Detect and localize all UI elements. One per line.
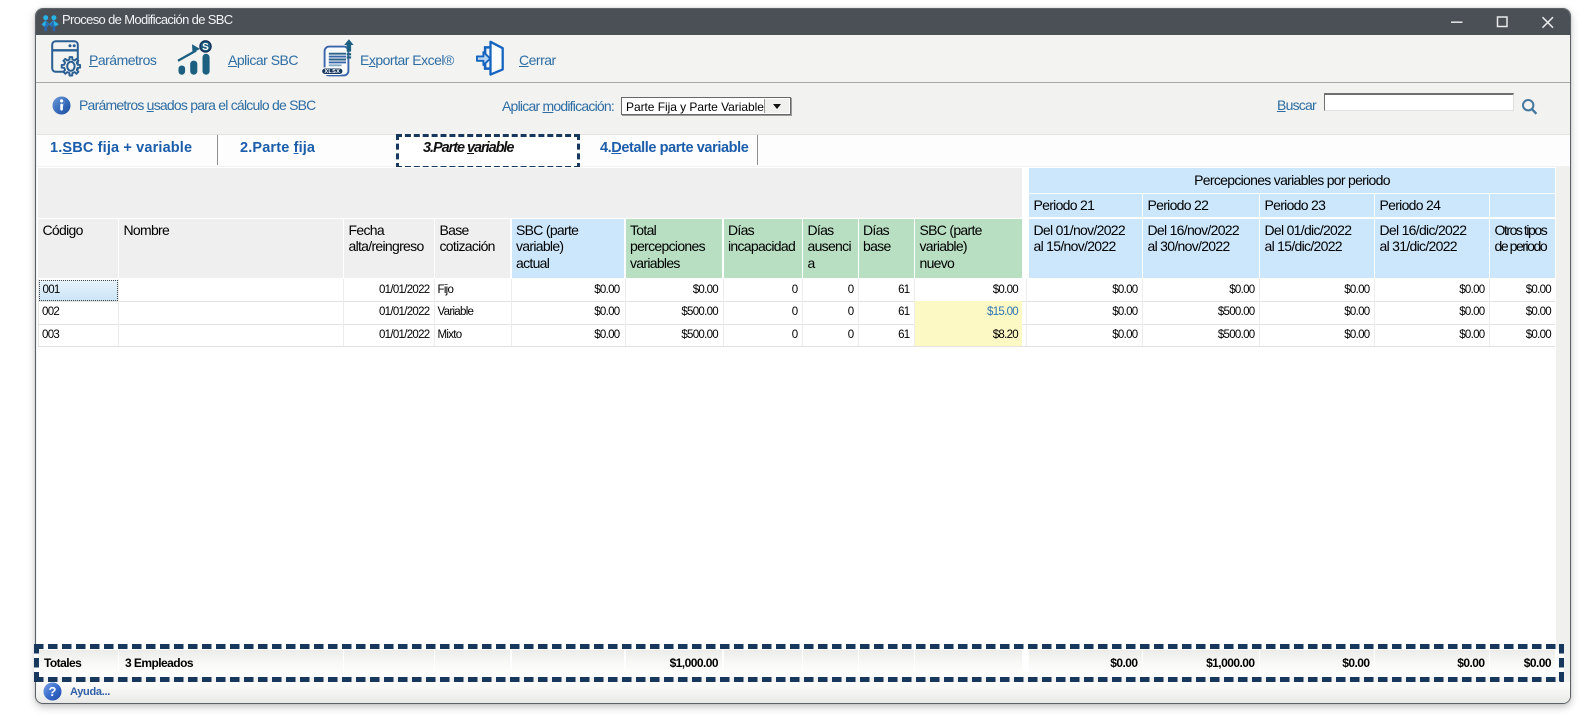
svg-text:XLSX: XLSX [324,69,340,75]
svg-text:?: ? [49,684,57,699]
svg-text:S: S [202,42,209,53]
